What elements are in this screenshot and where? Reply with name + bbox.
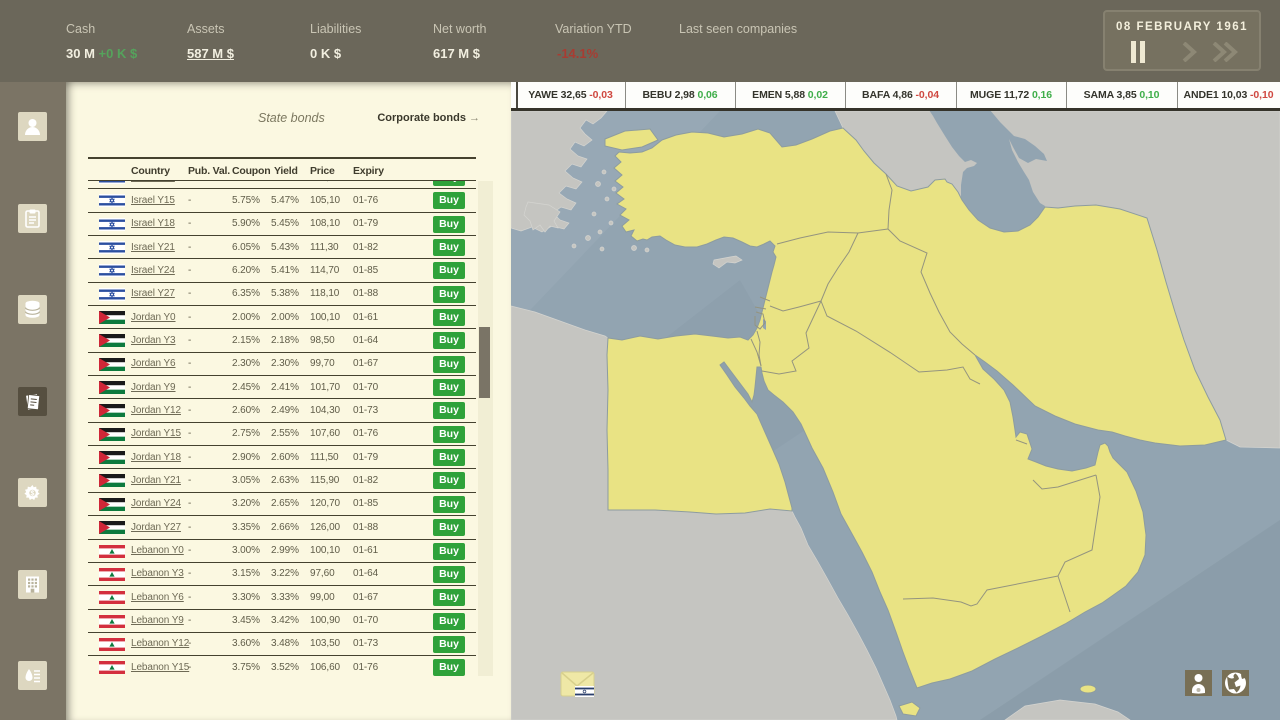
svg-text:$: $ — [31, 490, 35, 497]
